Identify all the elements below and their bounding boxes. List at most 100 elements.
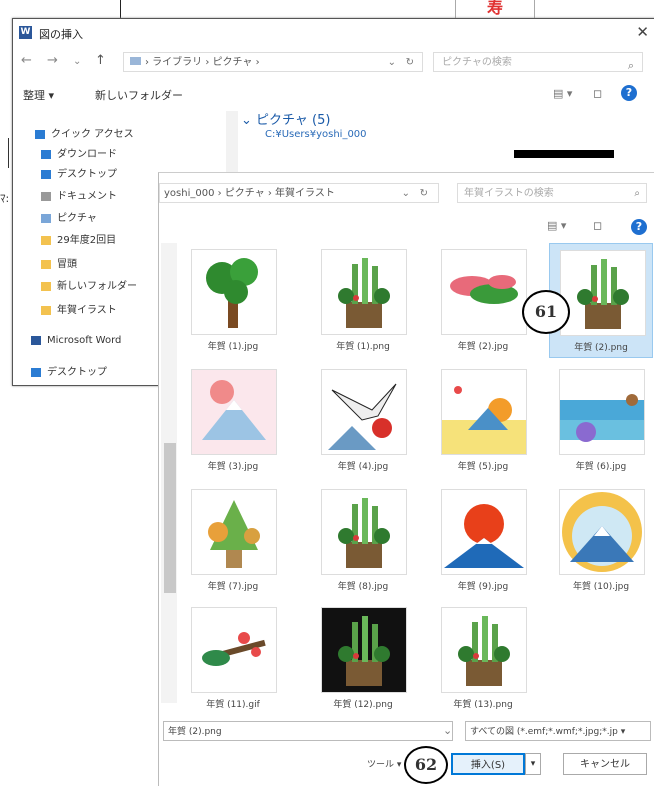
file-name: 年賀 (2).png: [574, 343, 628, 353]
crane-icon: [321, 369, 407, 455]
nav-item-folder-bototo[interactable]: 冒頭: [41, 255, 77, 270]
filename-input[interactable]: 年賀 (2).png: [163, 721, 453, 741]
nav-label: デスクトップ: [57, 169, 117, 180]
nav-item-new-folder[interactable]: 新しいフォルダー: [41, 277, 137, 292]
pictures-icon: [41, 213, 51, 223]
up-arrow-icon[interactable]: ↑: [95, 53, 106, 68]
nav-item-pictures[interactable]: ピクチャ: [41, 209, 97, 224]
kadomatsu-icon: [321, 249, 407, 335]
nav-item-folder-29[interactable]: 29年度2回目: [41, 231, 116, 246]
file-item[interactable]: 年賀 (1).png: [311, 243, 415, 358]
filetype-select[interactable]: すべての図 (*.emf;*.wmf;*.jpg;*.jp ▾: [465, 721, 651, 741]
nav-item-word[interactable]: Microsoft Word: [31, 335, 121, 346]
file-item[interactable]: 年賀 (9).jpg: [431, 483, 535, 598]
insert-button[interactable]: 挿入(S): [451, 753, 525, 775]
annotation-62: 62: [404, 746, 448, 784]
folder-icon: [41, 305, 51, 315]
document-title-fragment: 寿: [455, 0, 535, 19]
refresh-icon[interactable]: ↻: [406, 53, 414, 73]
file-name: 年賀 (9).jpg: [457, 582, 509, 592]
insert-picture-dialog-front: yoshi_000 › ピクチャ › 年賀イラスト ⌄ ↻ 年賀イラストの検索 ⌕ ▤…: [158, 172, 654, 786]
pine-branch-icon: [441, 249, 527, 335]
section-path: C:¥Users¥yoshi_000: [265, 129, 367, 140]
help-icon[interactable]: ?: [621, 85, 637, 101]
file-item[interactable]: 年賀 (12).png: [311, 601, 415, 716]
preview-pane-icon[interactable]: ◻: [593, 87, 602, 100]
nav-label: 新しいフォルダー: [57, 281, 137, 292]
desktop-icon: [41, 169, 51, 179]
dialog-title: 図の挿入: [39, 28, 83, 41]
recent-dropdown-icon[interactable]: ⌄: [73, 56, 81, 67]
folder-icon: [41, 281, 51, 291]
file-item[interactable]: 年賀 (5).jpg: [431, 363, 535, 478]
file-item[interactable]: 年賀 (13).png: [431, 601, 535, 716]
file-item[interactable]: 年賀 (4).jpg: [311, 363, 415, 478]
file-item[interactable]: 年賀 (3).jpg: [181, 363, 285, 478]
file-name: 年賀 (10).jpg: [572, 582, 630, 592]
nav-item-downloads[interactable]: ダウンロード: [41, 145, 117, 160]
nav-item-quick-access[interactable]: クイック アクセス: [35, 125, 134, 140]
word-app-icon: W: [19, 26, 32, 39]
file-item[interactable]: 年賀 (1).jpg: [181, 243, 285, 358]
sunrise-icon: [441, 369, 527, 455]
filename-dropdown-icon[interactable]: ⌄: [443, 724, 452, 737]
word-icon: [31, 335, 41, 345]
close-icon[interactable]: ✕: [636, 23, 649, 41]
kadomatsu-icon: [321, 607, 407, 693]
front-scrollbar[interactable]: [161, 243, 177, 703]
file-name: 年賀 (1).jpg: [207, 342, 259, 352]
nav-label: デスクトップ: [47, 367, 107, 378]
front-address-bar[interactable]: yoshi_000 › ピクチャ › 年賀イラスト ⌄ ↻: [159, 183, 439, 203]
address-path: › ライブラリ › ピクチャ ›: [145, 57, 260, 68]
search-icon: ⌕: [634, 188, 640, 199]
file-item[interactable]: 年賀 (7).jpg: [181, 483, 285, 598]
front-address-path: yoshi_000 › ピクチャ › 年賀イラスト: [164, 188, 335, 199]
insert-dropdown-icon[interactable]: ▾: [525, 753, 541, 775]
kadomatsu-icon: [441, 607, 527, 693]
nav-item-nenga[interactable]: 年賀イラスト: [41, 301, 117, 316]
cancel-button[interactable]: キャンセル: [563, 753, 647, 775]
download-icon: [41, 149, 51, 159]
navigation-bar: ← → ⌄ ↑ › ライブラリ › ピクチャ › ⌄ ↻ ピクチャの検索 ⌕: [13, 49, 654, 75]
folder-icon: [41, 235, 51, 245]
forward-arrow-icon[interactable]: →: [47, 53, 58, 68]
address-dropdown-icon[interactable]: ⌄: [402, 184, 410, 204]
preview-pane-icon[interactable]: ◻: [593, 219, 602, 232]
front-search-placeholder: 年賀イラストの検索: [464, 188, 554, 199]
address-dropdown-icon[interactable]: ⌄: [388, 53, 396, 73]
help-icon[interactable]: ?: [631, 219, 647, 235]
file-item[interactable]: 年賀 (10).jpg: [549, 483, 653, 598]
file-item[interactable]: 年賀 (2).jpg: [431, 243, 535, 358]
tools-button[interactable]: ツール ▾: [367, 757, 401, 770]
scrollbar-thumb[interactable]: [164, 443, 176, 593]
front-search-input[interactable]: 年賀イラストの検索 ⌕: [457, 183, 647, 203]
dialog-toolbar: 整理 ▾ 新しいフォルダー ▤ ▾ ◻ ?: [13, 79, 654, 109]
refresh-icon[interactable]: ↻: [420, 184, 428, 204]
nav-item-desktop[interactable]: デスクトップ: [41, 165, 117, 180]
file-name: 年賀 (6).jpg: [575, 462, 627, 472]
nav-label: ダウンロード: [57, 149, 117, 160]
nav-label: Microsoft Word: [47, 335, 122, 346]
search-input[interactable]: ピクチャの検索 ⌕: [433, 52, 643, 72]
desktop-icon: [31, 367, 41, 377]
file-name: 年賀 (11).gif: [206, 700, 260, 710]
file-item[interactable]: 年賀 (11).gif: [181, 601, 285, 716]
nav-item-documents[interactable]: ドキュメント: [41, 187, 117, 202]
organize-button[interactable]: 整理 ▾: [23, 87, 54, 103]
back-arrow-icon[interactable]: ←: [21, 53, 32, 68]
file-name: 年賀 (3).jpg: [207, 462, 259, 472]
file-item[interactable]: 年賀 (6).jpg: [549, 363, 653, 478]
view-options-icon[interactable]: ▤ ▾: [547, 219, 566, 232]
view-options-icon[interactable]: ▤ ▾: [553, 87, 572, 100]
file-item[interactable]: 年賀 (8).jpg: [311, 483, 415, 598]
section-header: ⌄ ピクチャ (5): [241, 113, 331, 128]
pine-icon: [191, 489, 277, 575]
new-folder-button[interactable]: 新しいフォルダー: [95, 87, 183, 103]
dark-bar: [514, 150, 614, 158]
file-name: 年賀 (1).png: [336, 342, 390, 352]
nav-label: 冒頭: [57, 259, 77, 270]
address-bar[interactable]: › ライブラリ › ピクチャ › ⌄ ↻: [123, 52, 423, 72]
file-name: 年賀 (13).png: [453, 700, 513, 710]
fuji-icon: [191, 369, 277, 455]
nav-item-desktop-2[interactable]: デスクトップ: [31, 363, 107, 378]
